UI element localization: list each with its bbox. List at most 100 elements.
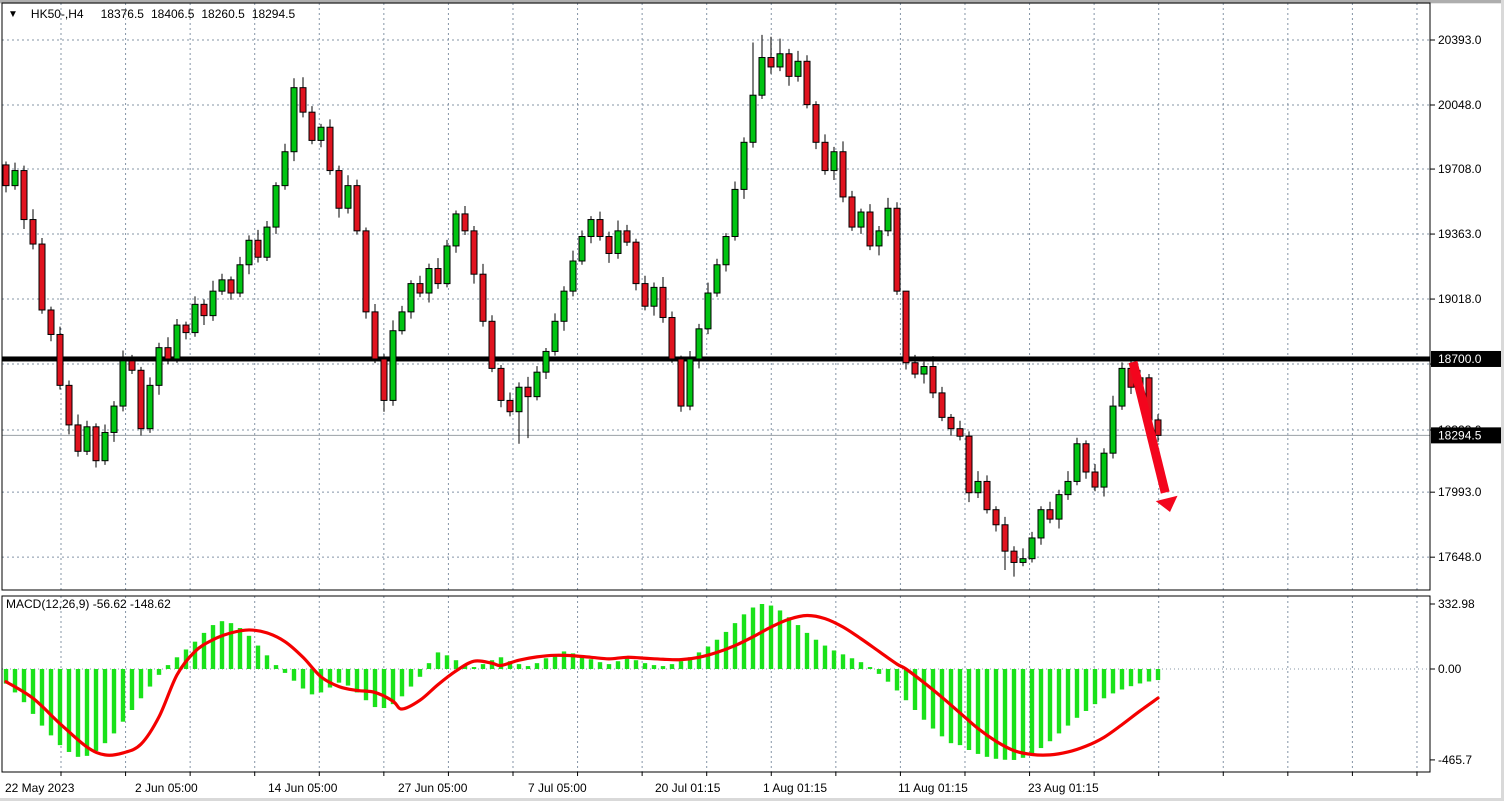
- candle-bullish: [291, 88, 297, 152]
- candle-bearish: [678, 359, 684, 406]
- candle-bearish: [642, 284, 648, 307]
- candle-bearish: [471, 231, 477, 274]
- candle-bullish: [210, 291, 216, 315]
- macd-histogram-bar: [256, 646, 260, 669]
- macd-histogram-bar: [904, 669, 908, 700]
- macd-histogram-bar: [103, 669, 107, 743]
- macd-histogram-bar: [373, 669, 377, 707]
- macd-histogram-bar: [436, 652, 440, 669]
- chart-canvas[interactable]: 20393.020048.019708.019363.019018.018323…: [0, 0, 1504, 801]
- macd-histogram-bar: [40, 669, 44, 726]
- macd-histogram-bar: [148, 669, 152, 687]
- candle-bullish: [1056, 495, 1062, 519]
- macd-histogram-bar: [22, 669, 26, 702]
- candle-bearish: [30, 220, 36, 244]
- macd-histogram-bar: [607, 664, 611, 669]
- symbol-marker-icon[interactable]: ▼: [8, 9, 18, 20]
- macd-histogram-bar: [112, 669, 116, 733]
- candle-bearish: [939, 393, 945, 417]
- candle-bullish: [345, 186, 351, 209]
- macd-histogram-bar: [535, 663, 539, 669]
- macd-histogram-bar: [922, 669, 926, 720]
- macd-histogram-bar: [454, 660, 458, 669]
- macd-histogram-bar: [625, 658, 629, 669]
- candle-bearish: [75, 425, 81, 451]
- candle-bearish: [948, 417, 954, 428]
- ohlc-close: 18294.5: [252, 7, 295, 21]
- candle-bearish: [1092, 472, 1098, 487]
- macd-histogram-bar: [859, 662, 863, 669]
- macd-panel-border: [2, 596, 1430, 772]
- macd-histogram-bar: [1057, 669, 1061, 733]
- macd-histogram-bar: [49, 669, 53, 735]
- candle-bullish: [1020, 559, 1026, 563]
- candle-bullish: [651, 287, 657, 306]
- macd-histogram-bar: [409, 669, 413, 687]
- macd-histogram-bar: [868, 667, 872, 669]
- macd-histogram-bar: [796, 625, 800, 669]
- price-axis-label: 20393.0: [1438, 33, 1482, 47]
- macd-histogram-bar: [310, 669, 314, 694]
- macd-histogram-bar: [805, 633, 809, 669]
- candle-bullish: [750, 95, 756, 142]
- candle-bearish: [93, 427, 99, 461]
- candle-bearish: [840, 152, 846, 197]
- macd-histogram-bar: [175, 657, 179, 669]
- macd-histogram-bar: [211, 625, 215, 669]
- candle-bullish: [543, 351, 549, 372]
- macd-histogram-bar: [481, 664, 485, 669]
- macd-histogram-bar: [1138, 669, 1142, 683]
- candle-bullish: [111, 406, 117, 432]
- time-axis-label: 27 Jun 05:00: [398, 781, 468, 795]
- price-axis-label: 19018.0: [1438, 292, 1482, 306]
- candle-bearish: [1011, 551, 1017, 562]
- macd-histogram-bar: [1075, 669, 1079, 718]
- macd-histogram-bar: [886, 669, 890, 682]
- candle-bullish: [102, 432, 108, 460]
- candle-bullish: [588, 220, 594, 237]
- candle-bearish: [489, 321, 495, 368]
- candle-bullish: [687, 359, 693, 406]
- candle-bearish: [822, 142, 828, 170]
- ohlc-high: 18406.5: [151, 7, 194, 21]
- macd-histogram-bar: [652, 665, 656, 669]
- macd-axis-label: -465.7: [1438, 753, 1472, 767]
- candle-bearish: [903, 291, 909, 363]
- macd-histogram-bar: [94, 669, 98, 751]
- candle-bullish: [192, 304, 198, 332]
- candle-bearish: [849, 197, 855, 227]
- support-resistance-line[interactable]: [2, 356, 1430, 361]
- macd-histogram-bar: [301, 669, 305, 689]
- candle-bearish: [417, 284, 423, 293]
- macd-histogram-bar: [1048, 669, 1052, 741]
- ohlc-low: 18260.5: [201, 7, 244, 21]
- candle-bullish: [453, 214, 459, 246]
- macd-indicator-label: MACD(12,26,9) -56.62 -148.62: [6, 597, 171, 611]
- macd-histogram-bar: [526, 666, 530, 669]
- macd-histogram-bar: [895, 669, 899, 690]
- candle-bearish: [498, 368, 504, 400]
- price-tag-label: 18700.0: [1438, 352, 1482, 366]
- macd-histogram-bar: [445, 655, 449, 669]
- candle-bullish: [777, 54, 783, 67]
- candle-bearish: [624, 231, 630, 242]
- macd-histogram-bar: [382, 669, 386, 708]
- time-axis-label: 11 Aug 01:15: [898, 781, 968, 795]
- candle-bearish: [804, 61, 810, 104]
- candle-bullish: [12, 171, 18, 186]
- candle-bearish: [435, 269, 441, 284]
- candle-bearish: [129, 361, 135, 370]
- candle-bearish: [354, 186, 360, 231]
- macd-histogram-bar: [706, 647, 710, 669]
- candle-bullish: [318, 127, 324, 140]
- macd-histogram-bar: [400, 669, 404, 696]
- macd-histogram-bar: [139, 669, 143, 698]
- macd-histogram-bar: [823, 646, 827, 669]
- candle-bearish: [786, 54, 792, 77]
- time-axis-label: 22 May 2023: [5, 781, 75, 795]
- candle-bearish: [867, 212, 873, 246]
- macd-histogram-bar: [832, 650, 836, 669]
- candle-bearish: [183, 325, 189, 333]
- candle-bearish: [1083, 444, 1089, 472]
- candle-bearish: [201, 304, 207, 315]
